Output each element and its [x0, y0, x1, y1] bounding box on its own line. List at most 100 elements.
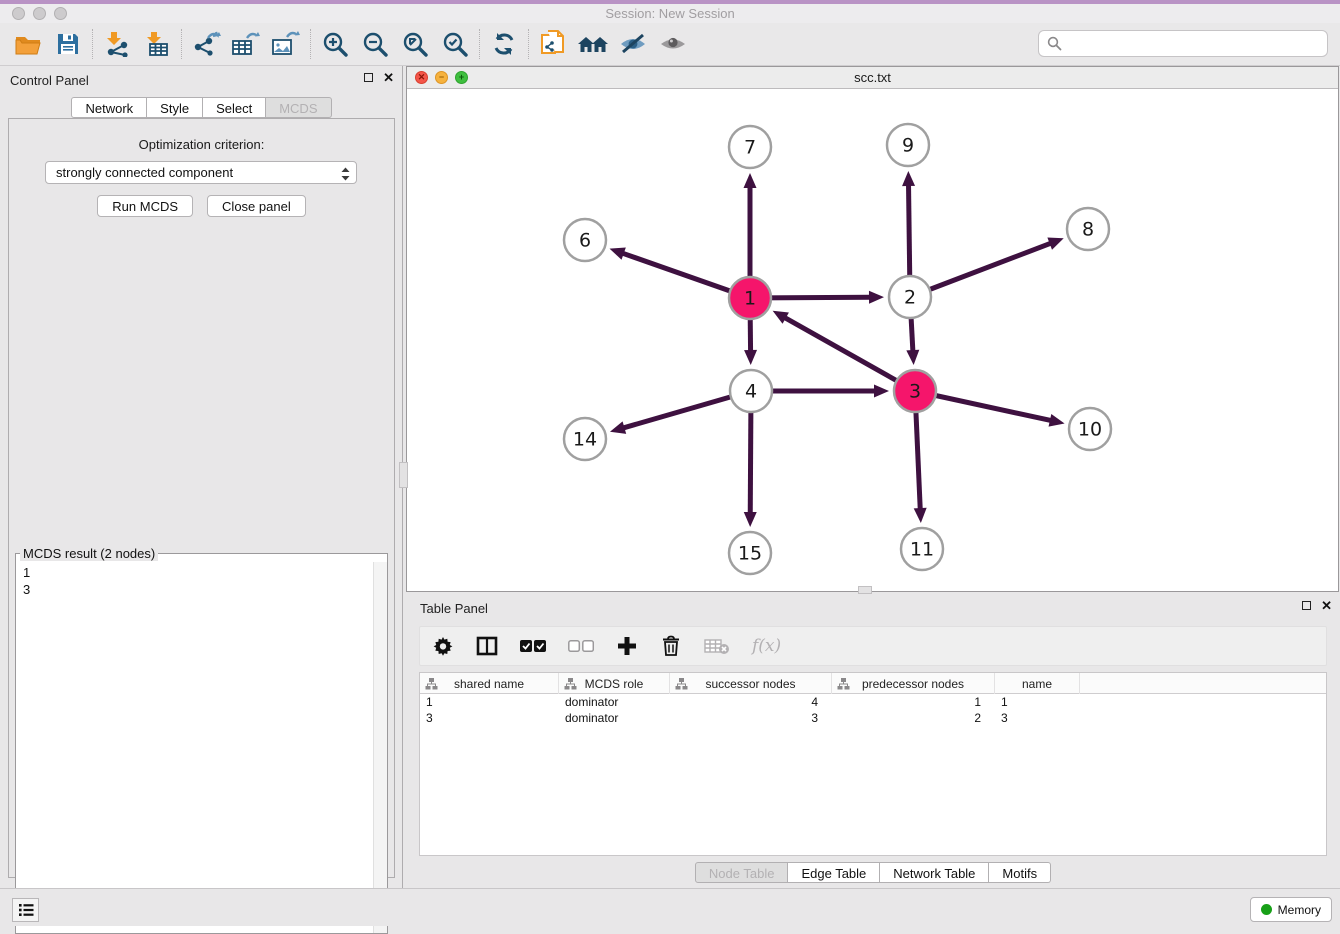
table-tab-network-table[interactable]: Network Table — [880, 862, 989, 883]
function-builder-icon[interactable]: f(x) — [752, 634, 781, 658]
toggle-pane-icon[interactable] — [476, 634, 498, 658]
window-titlebar: Session: New Session — [0, 4, 1340, 23]
export-table-icon[interactable] — [226, 27, 266, 61]
import-table-icon[interactable] — [137, 27, 177, 61]
graph-node-label: 7 — [744, 137, 756, 159]
toolbar-separator — [528, 29, 529, 59]
network-frame-titlebar: ✕ − + scc.txt — [407, 67, 1338, 89]
refresh-icon[interactable] — [484, 27, 524, 61]
hierarchy-icon — [837, 677, 850, 690]
control-tab-network[interactable]: Network — [71, 97, 147, 118]
application-window: Session: New Session — [0, 0, 1340, 926]
edge-arrowhead — [1049, 414, 1065, 427]
table-cell[interactable]: 3 — [670, 710, 832, 726]
result-scrollbar[interactable] — [373, 562, 387, 933]
control-tab-select[interactable]: Select — [203, 97, 266, 118]
export-image-icon[interactable] — [266, 27, 306, 61]
memory-button[interactable]: Memory — [1250, 897, 1332, 922]
edge-arrowhead — [610, 421, 626, 433]
duplicate-network-icon[interactable] — [533, 27, 573, 61]
task-history-button[interactable] — [12, 898, 39, 922]
control-tab-style[interactable]: Style — [147, 97, 203, 118]
criterion-selected-value: strongly connected component — [56, 165, 233, 180]
table-cell[interactable]: dominator — [559, 710, 670, 726]
table-cell[interactable]: 2 — [832, 710, 995, 726]
delete-table-icon[interactable] — [704, 634, 730, 658]
zoom-selected-icon[interactable] — [435, 27, 475, 61]
mcds-result-value: 1 — [23, 564, 366, 581]
graph-node-label: 15 — [738, 543, 762, 565]
close-panel-button[interactable]: Close panel — [207, 195, 306, 217]
search-input[interactable] — [1068, 36, 1319, 51]
export-network-icon[interactable] — [186, 27, 226, 61]
search-field[interactable] — [1038, 30, 1328, 57]
table-cell[interactable]: dominator — [559, 694, 670, 710]
mcds-result-title: MCDS result (2 nodes) — [20, 546, 158, 561]
frame-maximize-button[interactable]: + — [455, 71, 468, 84]
table-panel: Table Panel ✕ — [406, 594, 1340, 888]
window-close-button[interactable] — [12, 7, 25, 20]
column-header-predecessor-nodes[interactable]: predecessor nodes — [832, 673, 995, 694]
edge-arrowhead — [1047, 238, 1063, 250]
delete-column-icon[interactable] — [660, 634, 682, 658]
edge-2-8[interactable] — [910, 243, 1052, 297]
table-cell[interactable]: 4 — [670, 694, 832, 710]
float-table-panel-icon[interactable] — [1302, 601, 1311, 610]
column-header-name[interactable]: name — [995, 673, 1080, 694]
criterion-select[interactable]: strongly connected component — [45, 161, 357, 184]
table-toolbar: f(x) — [419, 626, 1327, 666]
table-tab-edge-table[interactable]: Edge Table — [788, 862, 880, 883]
column-header-MCDS-role[interactable]: MCDS role — [559, 673, 670, 694]
first-neighbors-icon[interactable] — [573, 27, 613, 61]
optimization-criterion-label: Optimization criterion: — [9, 137, 394, 152]
hide-selected-icon[interactable] — [613, 27, 653, 61]
network-graph-svg[interactable]: 7968124314101511 — [407, 89, 1338, 591]
window-traffic-lights — [12, 7, 67, 20]
control-panel-title: Control Panel — [10, 73, 89, 88]
column-header-successor-nodes[interactable]: successor nodes — [670, 673, 832, 694]
deselect-all-checkboxes-icon[interactable] — [568, 634, 594, 658]
network-canvas[interactable]: 7968124314101511 — [407, 89, 1338, 591]
zoom-in-icon[interactable] — [315, 27, 355, 61]
control-tab-mcds[interactable]: MCDS — [266, 97, 331, 118]
close-panel-icon[interactable]: ✕ — [383, 72, 394, 83]
memory-label: Memory — [1278, 903, 1321, 917]
graph-node-label: 6 — [579, 230, 591, 252]
table-tab-motifs[interactable]: Motifs — [989, 862, 1051, 883]
float-panel-icon[interactable] — [364, 73, 373, 82]
add-column-icon[interactable] — [616, 634, 638, 658]
open-session-icon[interactable] — [8, 27, 48, 61]
show-hidden-icon[interactable] — [653, 27, 693, 61]
table-row[interactable]: 3dominator323 — [420, 710, 1326, 726]
graph-node-label: 3 — [909, 381, 921, 403]
run-mcds-button[interactable]: Run MCDS — [97, 195, 193, 217]
table-body: 1dominator4113dominator323 — [420, 694, 1326, 726]
vertical-splitter-handle[interactable] — [399, 462, 408, 488]
window-minimize-button[interactable] — [33, 7, 46, 20]
import-network-icon[interactable] — [97, 27, 137, 61]
table-cell[interactable]: 1 — [995, 694, 1080, 710]
horizontal-splitter-handle[interactable] — [858, 586, 872, 594]
save-session-icon[interactable] — [48, 27, 88, 61]
toolbar-separator — [92, 29, 93, 59]
zoom-out-icon[interactable] — [355, 27, 395, 61]
window-zoom-button[interactable] — [54, 7, 67, 20]
table-cell[interactable]: 3 — [995, 710, 1080, 726]
zoom-fit-icon[interactable] — [395, 27, 435, 61]
select-all-checkboxes-icon[interactable] — [520, 634, 546, 658]
edge-3-1[interactable] — [784, 317, 915, 391]
frame-minimize-button[interactable]: − — [435, 71, 448, 84]
edge-arrowhead — [744, 350, 757, 365]
table-cell[interactable]: 3 — [420, 710, 559, 726]
frame-close-button[interactable]: ✕ — [415, 71, 428, 84]
table-tab-node-table[interactable]: Node Table — [695, 862, 789, 883]
table-row[interactable]: 1dominator411 — [420, 694, 1326, 710]
column-header-shared-name[interactable]: shared name — [420, 673, 559, 694]
toolbar-separator — [181, 29, 182, 59]
table-settings-icon[interactable] — [432, 634, 454, 658]
close-table-panel-icon[interactable]: ✕ — [1321, 600, 1332, 611]
table-cell[interactable]: 1 — [420, 694, 559, 710]
mcds-result-list[interactable]: 13 — [16, 562, 373, 933]
table-cell[interactable]: 1 — [832, 694, 995, 710]
control-panel-tabs: NetworkStyleSelectMCDS — [0, 97, 403, 118]
